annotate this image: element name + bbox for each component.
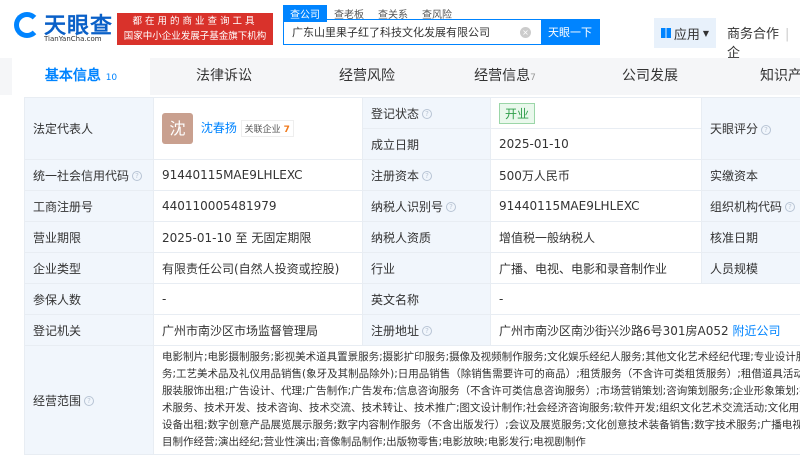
type-label: 企业类型: [25, 253, 154, 284]
related-companies-button[interactable]: 关联企业 7: [241, 120, 294, 137]
biz-label: 商务合作: [727, 27, 779, 42]
avatar[interactable]: 沈: [162, 113, 193, 144]
tab-label: 经营风险: [339, 68, 395, 84]
tab-label: 公司发展: [622, 68, 678, 84]
paid-label: 实缴资本: [702, 160, 800, 191]
credit-label: 统一社会信用代码?: [25, 160, 154, 191]
app-label: 应用: [674, 24, 700, 43]
type-value: 有限责任公司(自然人投资或控股): [154, 253, 363, 284]
term-value: 2025-01-10 至 无固定期限: [154, 222, 363, 253]
label-text: 注册地址: [371, 324, 419, 338]
grid-icon: [661, 28, 671, 38]
tab-label: 法律诉讼: [196, 68, 252, 84]
logo-sub: TianYanCha.com: [44, 35, 102, 43]
related-count: 7: [284, 125, 290, 135]
help-icon[interactable]: ?: [785, 202, 795, 212]
insured-value: -: [154, 284, 363, 315]
found-label: 成立日期: [363, 129, 491, 160]
address-value: 广州市南沙区南沙街兴沙路6号301房A052: [499, 324, 729, 338]
approve-label: 核准日期: [702, 222, 800, 253]
scope-value: 电影制片;电影摄制服务;影视美术道具置景服务;摄影扩印服务;摄像及视频制作服务;…: [154, 346, 800, 455]
tax-qual-label: 纳税人资质: [363, 222, 491, 253]
help-icon[interactable]: ?: [84, 396, 94, 406]
found-value: 2025-01-10: [491, 129, 702, 160]
tab-development[interactable]: 公司发展: [600, 58, 700, 95]
tab-legal[interactable]: 法律诉讼: [174, 58, 274, 95]
industry-value: 广播、电视、电影和录音制作业: [491, 253, 702, 284]
capital-value: 500万人民币: [491, 160, 702, 191]
label-text: 组织机构代码: [710, 200, 782, 214]
label-text: 天眼评分: [710, 122, 758, 136]
insured-label: 参保人数: [25, 284, 154, 315]
label-text: 统一社会信用代码: [33, 169, 129, 183]
legal-rep-label: 法定代表人: [25, 98, 154, 160]
reg-no-label: 工商注册号: [25, 191, 154, 222]
term-label: 营业期限: [25, 222, 154, 253]
status-badge: 开业: [499, 103, 535, 124]
label-text: 登记状态: [371, 107, 419, 121]
tab-basic-info[interactable]: 基本信息 10: [12, 58, 150, 95]
status-cell: 开业: [491, 98, 702, 129]
industry-label: 行业: [363, 253, 491, 284]
capital-label: 注册资本?: [363, 160, 491, 191]
tab-label: 经营信息: [474, 68, 530, 84]
help-icon[interactable]: ?: [422, 326, 432, 336]
en-name-label: 英文名称: [363, 284, 491, 315]
staff-label: 人员规模: [702, 253, 800, 284]
legal-rep-cell: 沈 沈春扬 关联企业 7: [154, 98, 363, 160]
address-cell: 广州市南沙区南沙街兴沙路6号301房A052 附近公司: [491, 315, 800, 346]
logo[interactable]: 天眼查 TianYanCha.com: [14, 10, 114, 44]
nearby-companies-link[interactable]: 附近公司: [732, 324, 780, 338]
authority-label: 登记机关: [25, 315, 154, 346]
help-icon[interactable]: ?: [761, 125, 771, 135]
search-input[interactable]: 广东山里果子红了科技文化发展有限公司: [284, 24, 520, 40]
label-text: 经营范围: [33, 394, 81, 408]
tax-value: 91440115MAE9LHLEXC: [491, 191, 702, 222]
logo-icon: [14, 12, 40, 38]
promo-banner[interactable]: 都在用的商业查询工具 国家中小企业发展子基金旗下机构: [117, 13, 273, 45]
related-label: 关联企业: [245, 125, 281, 135]
tax-qual-value: 增值税一般纳税人: [491, 222, 702, 253]
help-icon[interactable]: ?: [446, 202, 456, 212]
org-label: 组织机构代码?: [702, 191, 800, 222]
banner-line1: 都在用的商业查询工具: [122, 14, 268, 29]
section-nav: 基本信息 10 法律诉讼 经营风险 经营信息7 公司发展 知识产权: [0, 58, 800, 95]
tab-operation[interactable]: 经营信息7: [455, 58, 555, 95]
status-label: 登记状态?: [363, 98, 491, 129]
legal-rep-link[interactable]: 沈春扬: [201, 121, 237, 135]
credit-value: 91440115MAE9LHLEXC: [154, 160, 363, 191]
business-link[interactable]: 商务合作|企: [727, 23, 800, 61]
basic-info-table: 法定代表人 沈 沈春扬 关联企业 7 登记状态? 开业 天眼评分? 成立日期 2…: [24, 97, 800, 455]
tab-label: 基本信息: [45, 68, 101, 84]
tab-count: 7: [530, 73, 536, 83]
caret-down-icon: ▼: [703, 29, 709, 38]
banner-line2: 国家中小企业发展子基金旗下机构: [122, 29, 268, 44]
tab-count: 10: [106, 73, 117, 83]
address-label: 注册地址?: [363, 315, 491, 346]
tab-ip[interactable]: 知识产权: [760, 58, 800, 95]
help-icon[interactable]: ?: [422, 109, 432, 119]
search-box: 广东山里果子红了科技文化发展有限公司 × 天眼一下: [283, 19, 600, 45]
tab-risk[interactable]: 经营风险: [317, 58, 417, 95]
score-label: 天眼评分?: [702, 98, 800, 160]
search-button[interactable]: 天眼一下: [541, 20, 599, 44]
app-menu-button[interactable]: 应用 ▼: [654, 18, 716, 48]
scope-label: 经营范围?: [25, 346, 154, 455]
label-text: 注册资本: [371, 169, 419, 183]
clear-icon[interactable]: ×: [520, 27, 531, 38]
label-text: 纳税人识别号: [371, 200, 443, 214]
tab-label: 知识产权: [760, 68, 800, 84]
reg-no-value: 440110005481979: [154, 191, 363, 222]
help-icon[interactable]: ?: [132, 171, 142, 181]
en-name-value: -: [491, 284, 800, 315]
authority-value: 广州市南沙区市场监督管理局: [154, 315, 363, 346]
tax-label: 纳税人识别号?: [363, 191, 491, 222]
help-icon[interactable]: ?: [422, 171, 432, 181]
